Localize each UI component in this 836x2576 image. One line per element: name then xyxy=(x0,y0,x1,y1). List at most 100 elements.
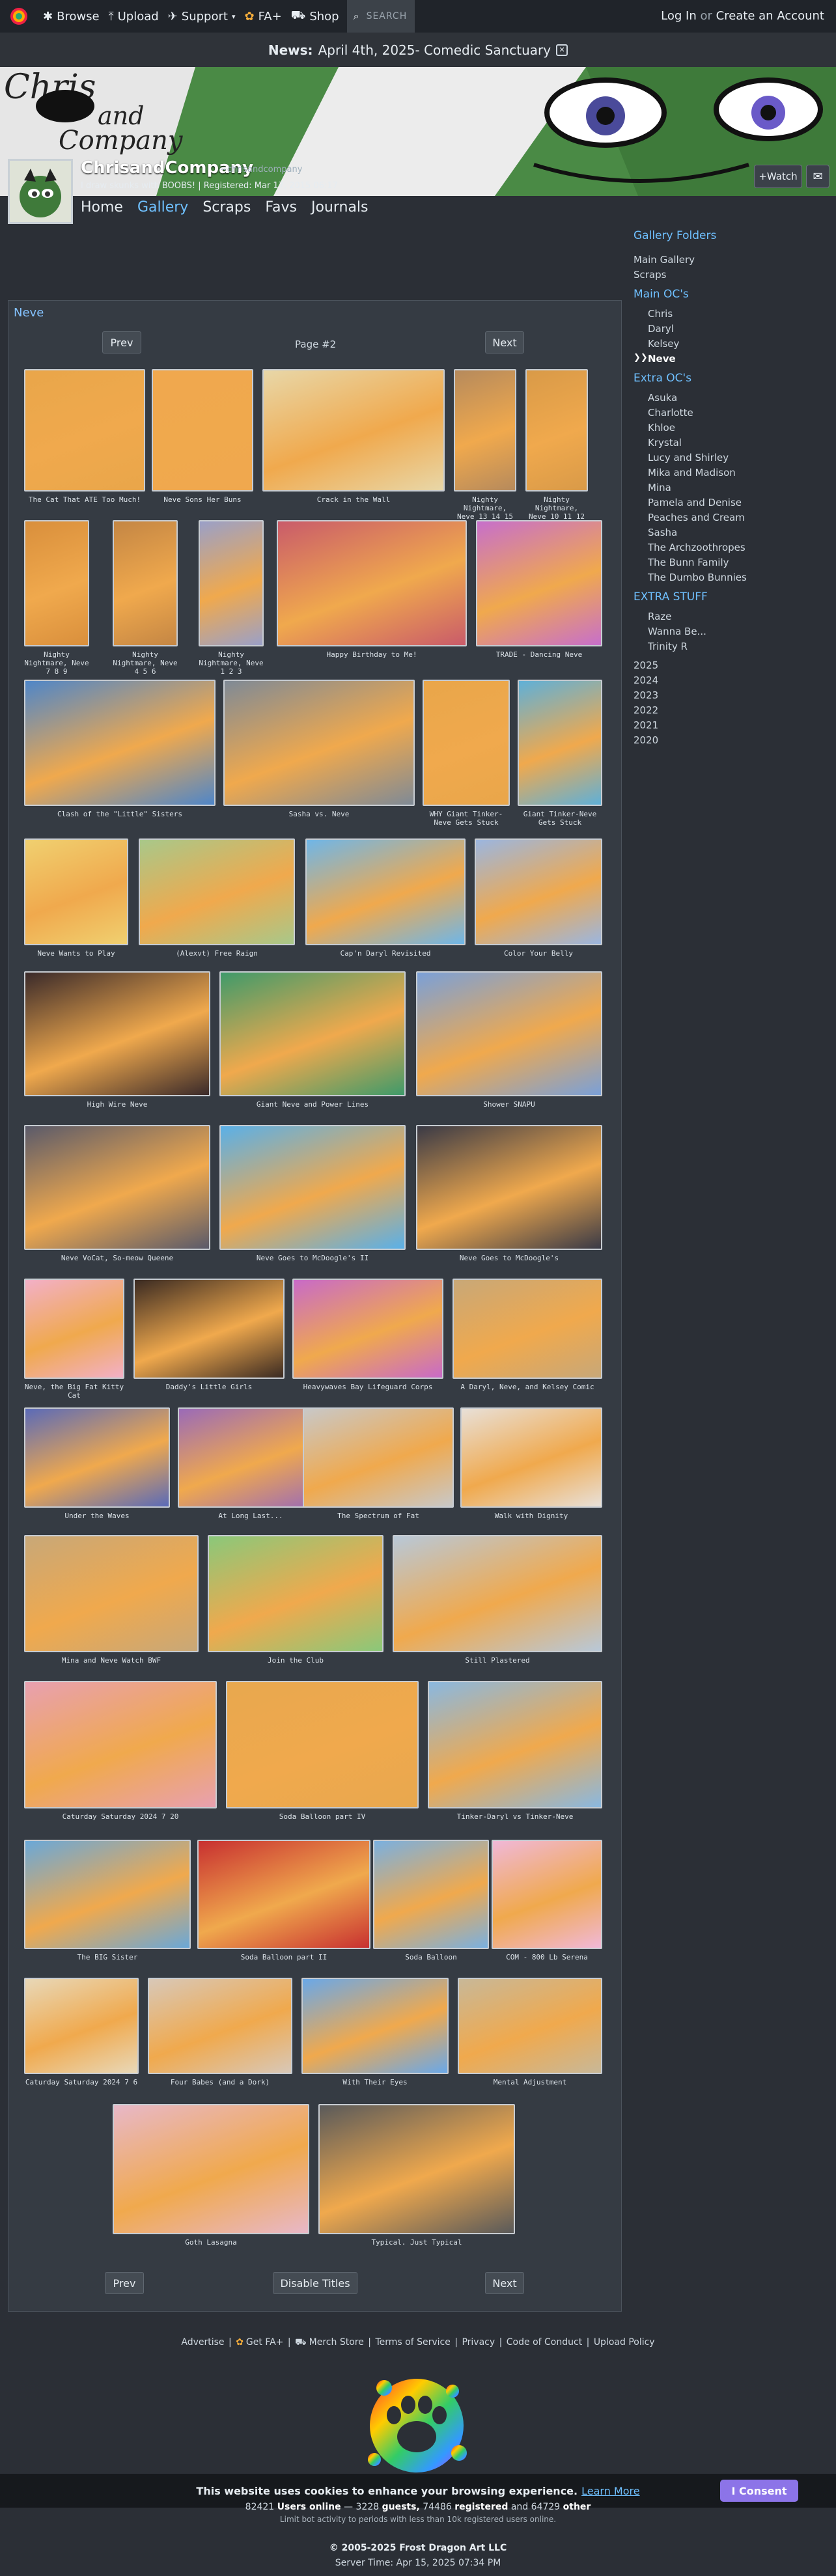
sidebar-item-daryl[interactable]: Daryl xyxy=(648,323,674,335)
thumbnail-title[interactable]: A Daryl, Neve, and Kelsey Comic xyxy=(453,1383,602,1391)
gallery-thumbnail[interactable] xyxy=(24,1978,139,2074)
nav-faplus[interactable]: ✿ FA+ xyxy=(244,10,281,23)
sidebar-item-extra[interactable]: Lucy and Shirley xyxy=(648,452,729,464)
thumbnail-title[interactable]: Giant Tinker-Neve Gets Stuck xyxy=(518,810,602,827)
thumbnail-title[interactable]: With Their Eyes xyxy=(301,2078,449,2086)
gallery-thumbnail[interactable] xyxy=(219,971,406,1096)
thumbnail-title[interactable]: Daddy's Little Girls xyxy=(133,1383,285,1391)
footer-get-faplus[interactable]: Get FA+ xyxy=(246,2337,283,2347)
thumbnail-title[interactable]: Neve, the Big Fat Kitty Cat xyxy=(24,1383,124,1400)
gallery-thumbnail[interactable] xyxy=(305,838,466,945)
disable-titles-button[interactable]: Disable Titles xyxy=(273,2272,357,2294)
gallery-thumbnail[interactable] xyxy=(113,520,178,646)
thumbnail-title[interactable]: Nighty Nightmare, Neve 13 14 15 xyxy=(454,495,516,521)
prev-button-bottom[interactable]: Prev xyxy=(105,2272,144,2294)
sidebar-item-extra[interactable]: The Dumbo Bunnies xyxy=(648,572,747,583)
profile-handle[interactable]: ~chrisandcompany xyxy=(220,165,302,174)
thumbnail-title[interactable]: The Spectrum of Fat xyxy=(303,1512,454,1520)
nav-upload[interactable]: ⤒ Upload xyxy=(109,10,159,23)
gallery-thumbnail[interactable] xyxy=(199,520,264,646)
gallery-thumbnail[interactable] xyxy=(223,680,415,806)
thumbnail-title[interactable]: Nighty Nightmare, Neve 1 2 3 xyxy=(199,650,264,676)
thumbnail-title[interactable]: Walk with Dignity xyxy=(460,1512,602,1520)
consent-button[interactable]: I Consent xyxy=(720,2480,798,2502)
gallery-thumbnail[interactable] xyxy=(24,680,216,806)
gallery-thumbnail[interactable] xyxy=(460,1407,602,1508)
nav-browse[interactable]: ✱ Browse xyxy=(43,10,100,23)
thumbnail-title[interactable]: Join the Club xyxy=(208,1656,383,1665)
sidebar-item-extra[interactable]: Pamela and Denise xyxy=(648,497,742,508)
gallery-thumbnail[interactable] xyxy=(518,680,602,806)
footer-privacy[interactable]: Privacy xyxy=(462,2337,495,2347)
gallery-thumbnail[interactable] xyxy=(219,1125,406,1250)
footer-coc[interactable]: Code of Conduct xyxy=(507,2337,582,2347)
sidebar-item-chris[interactable]: Chris xyxy=(648,308,673,320)
sidebar-item-extra[interactable]: Krystal xyxy=(648,437,682,449)
thumbnail-title[interactable]: The Cat That ATE Too Much! xyxy=(24,495,145,504)
fa-logo-icon[interactable] xyxy=(4,1,34,31)
thumbnail-title[interactable]: Mental Adjustment xyxy=(458,2078,602,2086)
sidebar-item-neve[interactable]: Neve xyxy=(648,353,676,365)
dismiss-icon[interactable]: ✕ xyxy=(556,44,568,56)
prev-button[interactable]: Prev xyxy=(102,331,141,353)
thumbnail-title[interactable]: COM - 800 Lb Serena xyxy=(492,1953,602,1961)
tab-favs[interactable]: Favs xyxy=(265,199,297,215)
tab-scraps[interactable]: Scraps xyxy=(202,199,251,215)
gallery-thumbnail[interactable] xyxy=(277,520,467,646)
gallery-thumbnail[interactable] xyxy=(133,1279,285,1379)
gallery-thumbnail[interactable] xyxy=(476,520,602,646)
gallery-thumbnail[interactable] xyxy=(148,1978,292,2074)
thumbnail-title[interactable]: Still Plastered xyxy=(393,1656,602,1665)
sidebar-item-year[interactable]: 2022 xyxy=(634,704,658,716)
thumbnail-title[interactable]: Crack in the Wall xyxy=(262,495,445,504)
sidebar-item-extra[interactable]: The Archzoothropes xyxy=(648,542,745,553)
sidebar-item-kelsey[interactable]: Kelsey xyxy=(648,338,679,350)
thumbnail-title[interactable]: Neve Wants to Play xyxy=(24,949,128,958)
sidebar-item-year[interactable]: 2024 xyxy=(634,674,658,686)
gallery-thumbnail[interactable] xyxy=(24,1681,217,1808)
gallery-thumbnail[interactable] xyxy=(318,2104,515,2234)
sidebar-item-extra[interactable]: Mika and Madison xyxy=(648,467,736,478)
thumbnail-title[interactable]: Soda Balloon part IV xyxy=(226,1812,419,1821)
gallery-thumbnail[interactable] xyxy=(303,1407,454,1508)
sidebar-item-stuff[interactable]: Wanna Be... xyxy=(648,626,706,637)
sidebar-item-year[interactable]: 2025 xyxy=(634,659,658,671)
gallery-thumbnail[interactable] xyxy=(24,1535,199,1652)
thumbnail-title[interactable]: Soda Balloon part II xyxy=(197,1953,370,1961)
thumbnail-title[interactable]: TRADE - Dancing Neve xyxy=(476,650,602,659)
thumbnail-title[interactable]: Tinker-Daryl vs Tinker-Neve xyxy=(428,1812,602,1821)
thumbnail-title[interactable]: WHY Giant Tinker-Neve Gets Stuck xyxy=(423,810,510,827)
sidebar-item-extra[interactable]: Mina xyxy=(648,482,671,493)
watch-button[interactable]: +Watch xyxy=(754,165,802,188)
thumbnail-title[interactable]: Nighty Nightmare, Neve 7 8 9 xyxy=(24,650,89,676)
thumbnail-title[interactable]: Heavywaves Bay Lifeguard Corps xyxy=(292,1383,443,1391)
thumbnail-title[interactable]: Soda Balloon xyxy=(373,1953,489,1961)
thumbnail-title[interactable]: Caturday Saturday 2024 7 20 xyxy=(24,1812,217,1821)
gallery-thumbnail[interactable] xyxy=(113,2104,309,2234)
gallery-thumbnail[interactable] xyxy=(428,1681,602,1808)
sidebar-item-extra[interactable]: Sasha xyxy=(648,527,677,538)
thumbnail-title[interactable]: Nighty Nightmare, Neve 4 5 6 xyxy=(113,650,178,676)
gallery-thumbnail[interactable] xyxy=(226,1681,419,1808)
footer-advertise[interactable]: Advertise xyxy=(181,2337,224,2347)
thumbnail-title[interactable]: Under the Waves xyxy=(24,1512,170,1520)
gallery-thumbnail[interactable] xyxy=(454,369,516,492)
sidebar-item-extra[interactable]: Charlotte xyxy=(648,407,693,419)
thumbnail-title[interactable]: Cap'n Daryl Revisited xyxy=(305,949,466,958)
sidebar-item-stuff[interactable]: Trinity R xyxy=(648,641,688,652)
gallery-thumbnail[interactable] xyxy=(301,1978,449,2074)
gallery-thumbnail[interactable] xyxy=(393,1535,602,1652)
gallery-thumbnail[interactable] xyxy=(525,369,588,492)
gallery-thumbnail[interactable] xyxy=(416,1125,602,1250)
sidebar-item-year[interactable]: 2020 xyxy=(634,734,658,746)
thumbnail-title[interactable]: Color Your Belly xyxy=(475,949,602,958)
thumbnail-title[interactable]: High Wire Neve xyxy=(24,1100,210,1109)
gallery-thumbnail[interactable] xyxy=(423,680,510,806)
sidebar-item-main-gallery[interactable]: Main Gallery xyxy=(634,254,695,266)
thumbnail-title[interactable]: Caturday Saturday 2024 7 6 xyxy=(24,2078,139,2086)
message-button[interactable]: ✉ xyxy=(806,165,829,188)
gallery-thumbnail[interactable] xyxy=(152,369,253,492)
sidebar-item-extra[interactable]: Asuka xyxy=(648,392,677,404)
thumbnail-title[interactable]: (Alexvt) Free Raign xyxy=(139,949,295,958)
thumbnail-title[interactable]: Neve VoCat, So-meow Queene xyxy=(24,1254,210,1262)
